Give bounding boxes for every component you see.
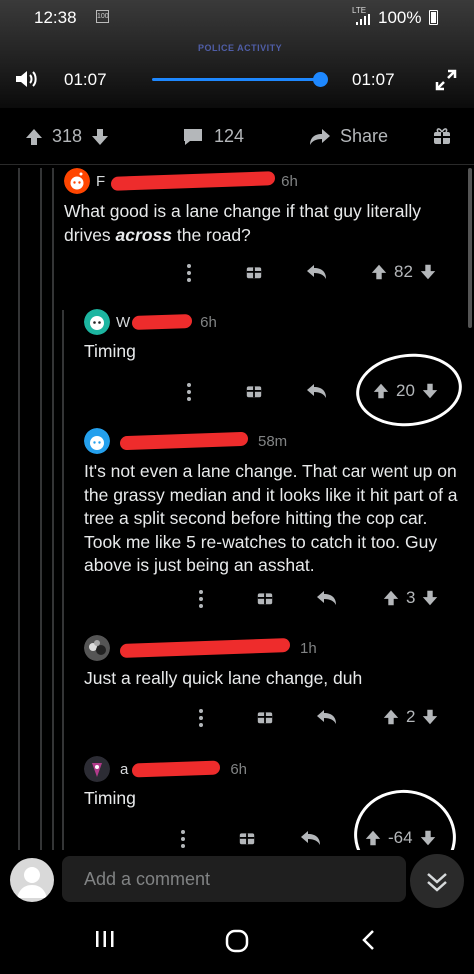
back-icon[interactable] (360, 928, 378, 952)
gift-icon[interactable] (245, 381, 263, 399)
user-icon (17, 867, 47, 898)
comment-age: 1h (300, 639, 317, 657)
home-icon[interactable] (224, 928, 250, 954)
post-action-bar: 318 124 Share (0, 114, 474, 162)
downvote-icon[interactable] (421, 589, 439, 607)
comment-votes: 3 (382, 588, 439, 608)
comment-votes: 82 (370, 262, 437, 282)
avatar[interactable] (64, 168, 90, 194)
comment-age: 6h (200, 313, 217, 331)
volume-icon[interactable] (14, 68, 38, 90)
comment-score: 2 (406, 707, 416, 726)
more-options-icon[interactable] (180, 828, 186, 850)
upvote-icon[interactable] (24, 127, 44, 147)
downvote-icon[interactable] (421, 708, 439, 726)
username-initial: a (120, 760, 129, 778)
downvote-icon[interactable] (419, 263, 437, 281)
comment-text: What good is a lane change if that guy l… (64, 200, 454, 247)
reply-icon[interactable] (306, 262, 328, 282)
collapse-thread-button[interactable] (410, 854, 464, 908)
gift-icon (434, 128, 450, 144)
notification-icon: 100 (96, 10, 109, 23)
comment-header: W 6h (84, 309, 217, 335)
comment-header: 58m (84, 428, 287, 454)
status-time: 12:38 (34, 8, 77, 27)
video-controls: 01:07 01:07 (0, 60, 474, 100)
username-initial: F (96, 172, 106, 190)
reply-icon[interactable] (300, 828, 322, 848)
comment-header: F 6h (64, 168, 298, 194)
username-redaction (120, 638, 290, 658)
seek-handle[interactable] (313, 72, 328, 87)
gift-icon[interactable] (256, 707, 274, 725)
gift-icon[interactable] (245, 262, 263, 280)
comment-age: 6h (230, 760, 248, 778)
username-redaction (111, 171, 276, 191)
username-redaction (120, 431, 248, 451)
recent-apps-icon[interactable] (94, 928, 116, 950)
fullscreen-icon[interactable] (434, 68, 458, 92)
more-options-icon[interactable] (198, 707, 204, 729)
more-options-icon[interactable] (186, 381, 192, 403)
comment-age: 58m (258, 432, 288, 450)
comment-header: a 6h (84, 756, 247, 782)
comment-icon (184, 128, 202, 145)
divider (0, 164, 474, 165)
add-comment-input[interactable]: Add a comment (62, 856, 406, 902)
avatar[interactable] (84, 309, 110, 335)
comment-score: 3 (406, 588, 416, 607)
username-redaction (132, 760, 221, 778)
comment-actions: 82 (0, 262, 474, 286)
comment-score: 82 (394, 262, 413, 281)
status-bar: 12:38 100 LTE 100% (0, 0, 474, 36)
scrollbar[interactable] (468, 168, 472, 328)
reply-icon[interactable] (316, 588, 338, 608)
reply-icon[interactable] (306, 381, 328, 401)
double-chevron-down-icon (427, 873, 447, 892)
post-score: 318 (52, 126, 83, 146)
battery-percent: 100% (378, 8, 422, 27)
post-vote-group: 318 (24, 126, 110, 147)
upvote-icon[interactable] (370, 263, 388, 281)
username-initial: W (116, 313, 131, 331)
share-button[interactable]: Share (308, 126, 388, 147)
comment-age: 6h (281, 172, 298, 190)
avatar[interactable] (84, 635, 110, 661)
comment-text-part: the road? (171, 224, 251, 245)
username-redaction (132, 313, 193, 331)
comment-count: 124 (214, 126, 245, 146)
upvote-icon[interactable] (382, 589, 400, 607)
comment-text: It's not even a lane change. That car we… (84, 461, 458, 575)
reply-icon[interactable] (316, 707, 338, 727)
seek-bar[interactable] (152, 78, 322, 81)
comment-text-emphasis: across (115, 224, 172, 245)
award-button[interactable] (432, 126, 452, 146)
battery-icon (429, 10, 438, 25)
comment-votes: 2 (382, 707, 439, 727)
comment-text: Just a really quick lane change, duh (84, 668, 363, 688)
system-nav-bar (0, 910, 474, 974)
comments-button[interactable]: 124 (182, 126, 244, 147)
signal-icon (356, 14, 370, 25)
duration: 01:07 (352, 70, 395, 89)
video-overlay-text: POLICE ACTIVITY (198, 43, 283, 53)
more-options-icon[interactable] (198, 588, 204, 610)
comment-header: 1h (84, 635, 317, 661)
share-icon (310, 128, 330, 145)
upvote-icon[interactable] (382, 708, 400, 726)
comment-actions: 3 (0, 588, 474, 612)
gift-icon[interactable] (238, 828, 256, 846)
avatar[interactable] (84, 428, 110, 454)
avatar[interactable] (84, 756, 110, 782)
comment-composer: Add a comment (0, 850, 474, 910)
share-label: Share (340, 126, 389, 146)
comment-actions: 2 (0, 707, 474, 731)
more-options-icon[interactable] (186, 262, 192, 284)
user-avatar[interactable] (10, 858, 54, 902)
downvote-icon[interactable] (90, 127, 110, 147)
gift-icon[interactable] (256, 588, 274, 606)
current-time: 01:07 (64, 70, 107, 89)
